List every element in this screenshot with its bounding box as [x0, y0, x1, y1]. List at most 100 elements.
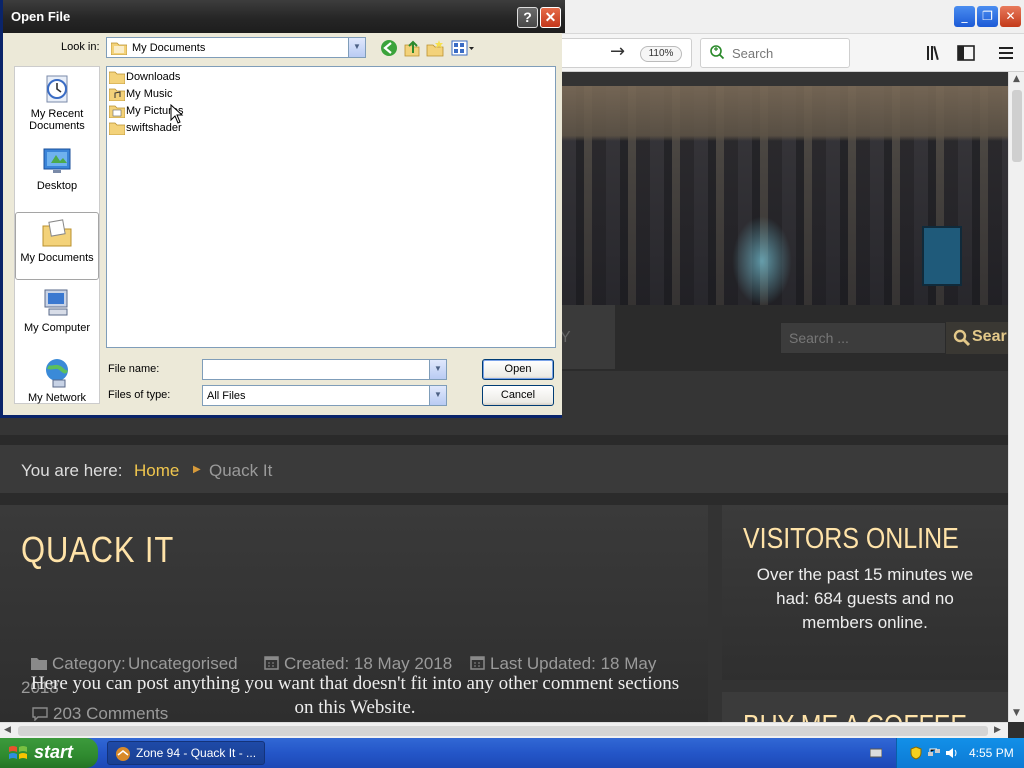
music-folder-icon	[109, 88, 125, 101]
nav-tab[interactable]: Y	[560, 305, 615, 369]
scroll-up-icon[interactable]: ▲	[1013, 74, 1020, 84]
open-button[interactable]: Open	[482, 359, 554, 380]
site-search-button-label: Sear	[972, 328, 1007, 345]
my-documents-icon	[42, 219, 72, 247]
vertical-scroll-thumb[interactable]	[1012, 90, 1022, 162]
help-button[interactable]: ?	[517, 7, 538, 28]
updated-date: Last Updated: 18 May	[490, 654, 657, 673]
place-label: My Computer	[23, 322, 91, 334]
place-label: My Documents	[20, 252, 94, 264]
scroll-right-icon[interactable]: ▶	[994, 725, 1001, 735]
dialog-body: Look in: My Documents ▼ My Recent Docume…	[6, 33, 562, 415]
maximize-button[interactable]: ❐	[977, 6, 998, 27]
pictures-folder-icon	[109, 105, 125, 118]
article-title: QUACK IT	[21, 529, 175, 570]
category-label: Category:	[52, 654, 126, 673]
visitors-online-box: VISITORS ONLINE Over the past 15 minutes…	[722, 505, 1008, 680]
chevron-down-icon[interactable]: ▼	[348, 38, 365, 57]
calendar-icon	[264, 656, 279, 670]
dialog-title: Open File	[11, 9, 71, 24]
category-link[interactable]: Uncategorised	[128, 654, 238, 674]
clock: 4:55 PM	[969, 746, 1014, 760]
my-computer-icon	[44, 289, 68, 316]
breadcrumb-current: Quack It	[209, 461, 273, 480]
folder-icon	[109, 122, 125, 135]
place-label: Desktop	[36, 180, 78, 192]
mouse-cursor-icon	[170, 104, 184, 124]
dialog-titlebar[interactable]: Open File ? ✕	[3, 0, 565, 33]
calendar-icon	[470, 656, 485, 670]
search-icon	[710, 45, 725, 60]
place-my-computer[interactable]: My Computer	[15, 287, 99, 334]
browser-icon	[116, 747, 130, 761]
system-tray: 4:55 PM	[896, 738, 1024, 768]
folder-icon	[111, 42, 127, 55]
files-of-type-select[interactable]: All Files ▼	[202, 385, 447, 406]
look-in-select[interactable]: My Documents ▼	[106, 37, 366, 58]
library-icon[interactable]	[924, 43, 944, 63]
magnifier-icon	[953, 329, 971, 347]
network-icon[interactable]	[927, 746, 941, 760]
place-my-documents[interactable]: My Documents	[15, 212, 99, 280]
up-folder-icon[interactable]	[403, 39, 421, 57]
hero-image	[562, 86, 1008, 306]
site-search-button[interactable]: Sear	[946, 322, 1008, 354]
taskbar-item-browser[interactable]: Zone 94 - Quack It - ...	[107, 741, 265, 765]
open-file-dialog: Open File ? ✕ Look in: My Documents ▼ My…	[0, 0, 565, 418]
file-name-input[interactable]: ▼	[202, 359, 447, 380]
zoom-indicator[interactable]: 110%	[640, 46, 682, 62]
keyboard-icon[interactable]	[870, 747, 882, 759]
horizontal-scrollbar[interactable]: ◀ ▶	[0, 722, 1008, 738]
files-of-type-label: Files of type:	[108, 389, 171, 401]
place-my-recent-documents[interactable]: My Recent Documents	[15, 73, 99, 132]
place-my-network[interactable]: My Network	[15, 357, 99, 404]
new-folder-icon[interactable]	[426, 39, 444, 57]
file-name-label: File name:	[108, 363, 160, 375]
look-in-label: Look in:	[61, 41, 100, 53]
cancel-button[interactable]: Cancel	[482, 385, 554, 406]
folder-icon	[31, 658, 47, 670]
place-label: My Recent Documents	[29, 108, 85, 132]
scroll-down-icon[interactable]: ▼	[1013, 708, 1020, 718]
minimize-button[interactable]: _	[954, 6, 975, 27]
view-menu-icon[interactable]	[451, 39, 475, 57]
folder-icon	[109, 71, 125, 84]
recent-documents-icon	[46, 75, 68, 103]
back-icon[interactable]	[380, 39, 398, 57]
sidebar-icon[interactable]	[956, 43, 976, 63]
look-in-value: My Documents	[132, 42, 206, 54]
browser-search-input[interactable]: Search	[700, 38, 850, 68]
menu-icon[interactable]	[996, 43, 1016, 63]
close-button[interactable]: ✕	[1000, 6, 1021, 27]
site-search-placeholder: Search ...	[789, 330, 849, 346]
created-date: Created: 18 May 2018	[284, 654, 453, 673]
visitors-online-text: Over the past 15 minutes we had: 684 gue…	[756, 565, 974, 632]
chevron-down-icon[interactable]: ▼	[429, 360, 446, 379]
desktop-icon	[43, 148, 71, 173]
go-arrow-icon[interactable]: →	[610, 41, 625, 62]
breadcrumb-label: You are here:	[21, 461, 123, 480]
vertical-scrollbar[interactable]: ▲ ▼	[1008, 72, 1024, 722]
places-bar: My Recent Documents Desktop My Documents…	[14, 66, 100, 404]
breadcrumb-home-link[interactable]: Home	[134, 461, 179, 481]
security-shield-icon[interactable]	[909, 746, 923, 760]
chevron-down-icon[interactable]: ▼	[429, 386, 446, 405]
article-body: Here you can post anything you want that…	[30, 673, 680, 718]
taskbar: start Zone 94 - Quack It - ... 4:55 PM	[0, 738, 1024, 768]
windows-logo-icon	[9, 746, 27, 759]
horizontal-scroll-thumb[interactable]	[18, 726, 988, 736]
site-search-input[interactable]: Search ...	[780, 322, 946, 354]
browser-search-placeholder: Search	[732, 46, 774, 61]
start-button[interactable]: start	[0, 738, 98, 768]
coffee-title: BUY ME A COFFEE	[743, 710, 967, 722]
taskbar-item-label: Zone 94 - Quack It - ...	[136, 746, 257, 760]
place-desktop[interactable]: Desktop	[15, 145, 99, 192]
breadcrumb-separator-icon: ▶	[193, 464, 201, 475]
dialog-close-button[interactable]: ✕	[540, 7, 561, 28]
volume-icon[interactable]	[945, 746, 959, 760]
place-label: My Network	[27, 392, 87, 404]
scroll-left-icon[interactable]: ◀	[4, 725, 11, 735]
breadcrumb: You are here: Home ▶ Quack It	[0, 445, 1008, 493]
my-network-icon	[46, 359, 68, 388]
start-label: start	[34, 742, 74, 762]
